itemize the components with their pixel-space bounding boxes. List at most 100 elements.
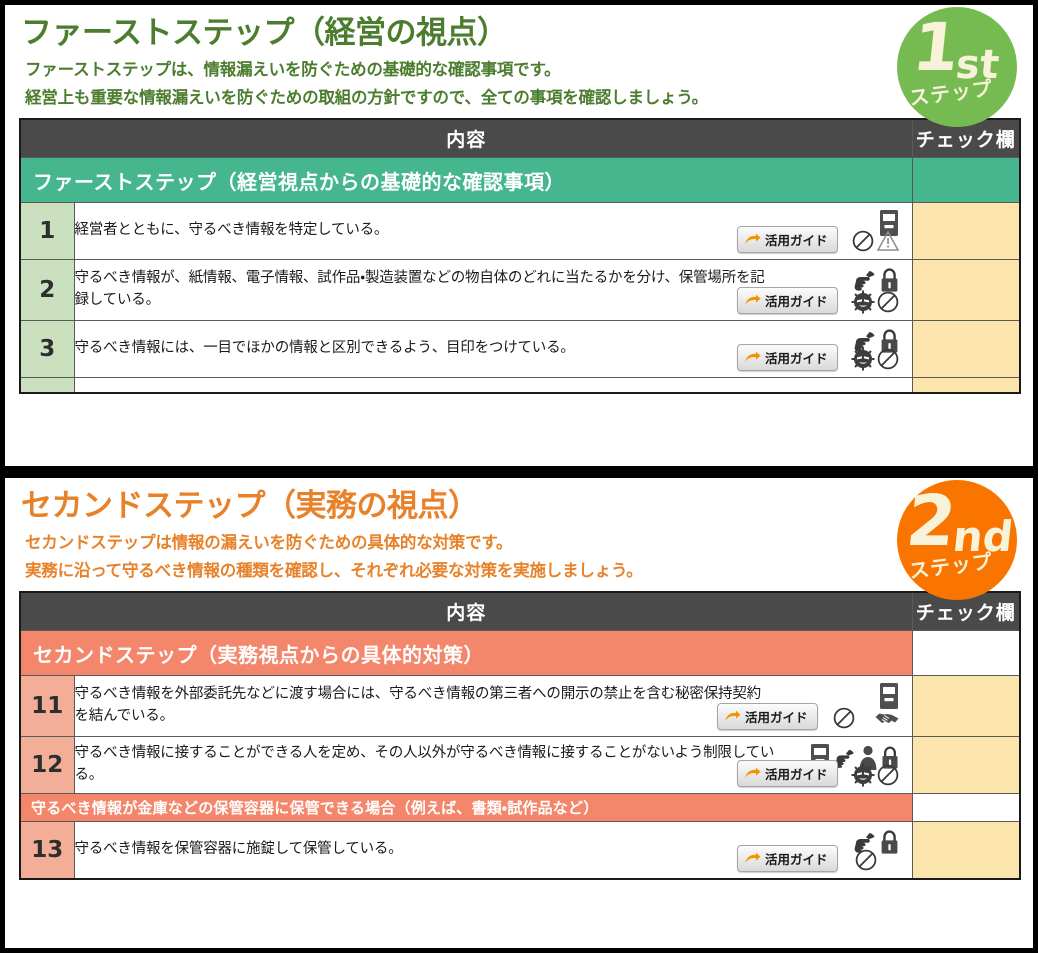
row-number: 2 [19,259,75,322]
row-icons-bottom [851,763,900,787]
row-number: 3 [19,320,75,379]
row-number: 12 [19,736,75,795]
guide-button-11[interactable]: 活用ガイド [717,703,818,731]
row-icon-cluster: 活用ガイド [704,826,904,874]
padlock-icon [879,829,900,856]
arrow-icon [745,351,761,363]
guide-button-1[interactable]: 活用ガイド [737,226,838,254]
guide-button-2[interactable]: 活用ガイド [737,287,838,315]
first-step-lead-2: 経営上も重要な情報漏えいを防ぐための取組の方針ですので、全ての事項を確認しましょ… [25,89,708,108]
table-row: 12 守るべき情報に接することができる人を定め、その人以外が守るべき情報に接する… [19,736,1021,795]
guide-button-3[interactable]: 活用ガイド [737,344,838,372]
row-content: 守るべき情報に接することができる人を定め、その人以外が守るべき情報に接することが… [73,736,913,795]
page-title-second: セカンドステップ（実務の視点） [21,488,479,523]
check-cell[interactable] [911,675,1021,738]
column-header-content: 内容 [19,591,913,632]
first-step-table: 内容 チェック欄 ファーストステップ（経営視点からの基礎的な確認事項） 1 経営… [19,118,1022,395]
guide-button-13[interactable]: 活用ガイド [737,845,838,873]
sub-section-label: 守るべき情報が金庫などの保管容器に保管できる場合（例えば、書類・試作品など） [19,793,913,823]
badge-number: 2 [902,480,961,562]
step-badge-second: 2 nd ステップ [897,480,1017,600]
check-cell[interactable] [911,736,1021,795]
check-cell-partial[interactable] [911,377,1021,394]
burglar-face-icon [851,763,875,787]
guide-button-label: 活用ガイド [765,853,828,868]
guide-button-12[interactable]: 活用ガイド [737,760,838,788]
row-content: 守るべき情報には、一目でほかの情報と区別できるよう、目印をつけている。 活用ガイ… [73,320,913,379]
table-header-row: 内容 チェック欄 [19,591,1021,632]
arrow-icon [725,710,741,722]
prohibition-icon [832,706,856,730]
row-icon-cluster: 活用ガイド [704,207,904,255]
prohibition-icon [876,290,900,314]
second-step-header: セカンドステップ（実務の視点） セカンドステップは情報の漏えいを防ぐための具体的… [19,478,1019,600]
table-row-partial [19,377,1021,394]
guide-button-label: 活用ガイド [745,711,808,726]
arrow-icon [745,852,761,864]
prohibition-icon [876,763,900,787]
check-cell[interactable] [911,259,1021,322]
first-step-panel: ファーストステップ（経営の視点） ファーストステップは、情報漏えいを防ぐための基… [4,4,1034,467]
row-number: 1 [19,202,75,261]
row-icons-bottom [851,229,900,253]
sub-section-row: 守るべき情報が金庫などの保管容器に保管できる場合（例えば、書類・試作品など） [19,793,1021,823]
row-icons-bottom [854,848,878,872]
row-icon-cluster: 活用ガイド [704,325,904,373]
row-number: 11 [19,675,75,738]
second-step-lead-1: セカンドステップは情報の漏えいを防ぐための具体的な対策です。 [25,533,513,552]
guide-button-label: 活用ガイド [765,768,828,783]
arrow-icon [745,294,761,306]
row-content: 守るべき情報が、紙情報、電子情報、試作品・製造装置などの物自体のどれに当たるかを… [73,259,913,322]
row-icons-bottom [851,290,900,314]
row-icon-cluster: 活用ガイド [704,264,904,316]
arrow-icon [745,233,761,245]
sub-section-check-cell [911,793,1021,823]
guide-button-label: 活用ガイド [765,295,828,310]
row-number-partial [19,377,75,394]
row-content: 経営者とともに、守るべき情報を特定している。 活用ガイド [73,202,913,261]
prohibition-icon [851,229,875,253]
burglar-face-icon [851,347,875,371]
second-step-panel: セカンドステップ（実務の視点） セカンドステップは情報の漏えいを防ぐための具体的… [4,477,1034,949]
prohibition-icon [854,848,878,872]
table-row: 11 守るべき情報を外部委託先などに渡す場合には、守るべき情報の第三者への開示の… [19,675,1021,738]
checklist-page: ファーストステップ（経営の視点） ファーストステップは、情報漏えいを防ぐための基… [0,0,1038,953]
section-label: ファーストステップ（経営視点からの基礎的な確認事項） [19,157,913,204]
table-row: 3 守るべき情報には、一目でほかの情報と区別できるよう、目印をつけている。 活用… [19,320,1021,379]
warning-icon [876,229,900,253]
guide-button-label: 活用ガイド [765,234,828,249]
row-text: 守るべき情報には、一目でほかの情報と区別できるよう、目印をつけている。 [74,340,575,357]
page-title: ファーストステップ（経営の視点） [21,15,508,50]
row-text: 守るべき情報に接することができる人を定め、その人以外が守るべき情報に接することが… [74,745,775,784]
row-content-partial [73,377,913,394]
guide-button-label: 活用ガイド [765,352,828,367]
row-text: 守るべき情報を保管容器に施錠して保管している。 [74,841,403,858]
section-label: セカンドステップ（実務視点からの具体的対策） [19,630,913,677]
arrow-icon [745,767,761,779]
row-icons-bottom [832,706,900,730]
prohibition-icon [876,347,900,371]
table-row: 13 守るべき情報を保管容器に施錠して保管している。 活用ガイド [19,821,1021,880]
section-check-cell [911,630,1021,677]
row-icons-bottom [851,347,900,371]
row-text: 経営者とともに、守るべき情報を特定している。 [74,222,389,239]
row-icon-cluster: 活用ガイド [704,741,904,789]
row-text: 守るべき情報が、紙情報、電子情報、試作品・製造装置などの物自体のどれに当たるかを… [74,270,765,309]
check-cell[interactable] [911,202,1021,261]
row-content: 守るべき情報を保管容器に施錠して保管している。 活用ガイド [73,821,913,880]
section-check-cell [911,157,1021,204]
first-step-lead-1: ファーストステップは、情報漏えいを防ぐための基礎的な確認事項です。 [25,60,561,79]
burglar-face-icon [851,290,875,314]
row-number: 13 [19,821,75,880]
check-cell[interactable] [911,821,1021,880]
row-text: 守るべき情報を外部委託先などに渡す場合には、守るべき情報の第三者への開示の禁止を… [74,686,762,725]
column-header-content: 内容 [19,118,913,159]
section-header-row: ファーストステップ（経営視点からの基礎的な確認事項） [19,157,1021,204]
first-step-header: ファーストステップ（経営の視点） ファーストステップは、情報漏えいを防ぐための基… [19,5,1019,127]
section-header-row: セカンドステップ（実務視点からの具体的対策） [19,630,1021,677]
check-cell[interactable] [911,320,1021,379]
second-step-table: 内容 チェック欄 セカンドステップ（実務視点からの具体的対策） 11 守るべき情… [19,591,1022,881]
table-row: 2 守るべき情報が、紙情報、電子情報、試作品・製造装置などの物自体のどれに当たる… [19,259,1021,322]
table-row: 1 経営者とともに、守るべき情報を特定している。 活用ガイド [19,202,1021,261]
row-content: 守るべき情報を外部委託先などに渡す場合には、守るべき情報の第三者への開示の禁止を… [73,675,913,738]
